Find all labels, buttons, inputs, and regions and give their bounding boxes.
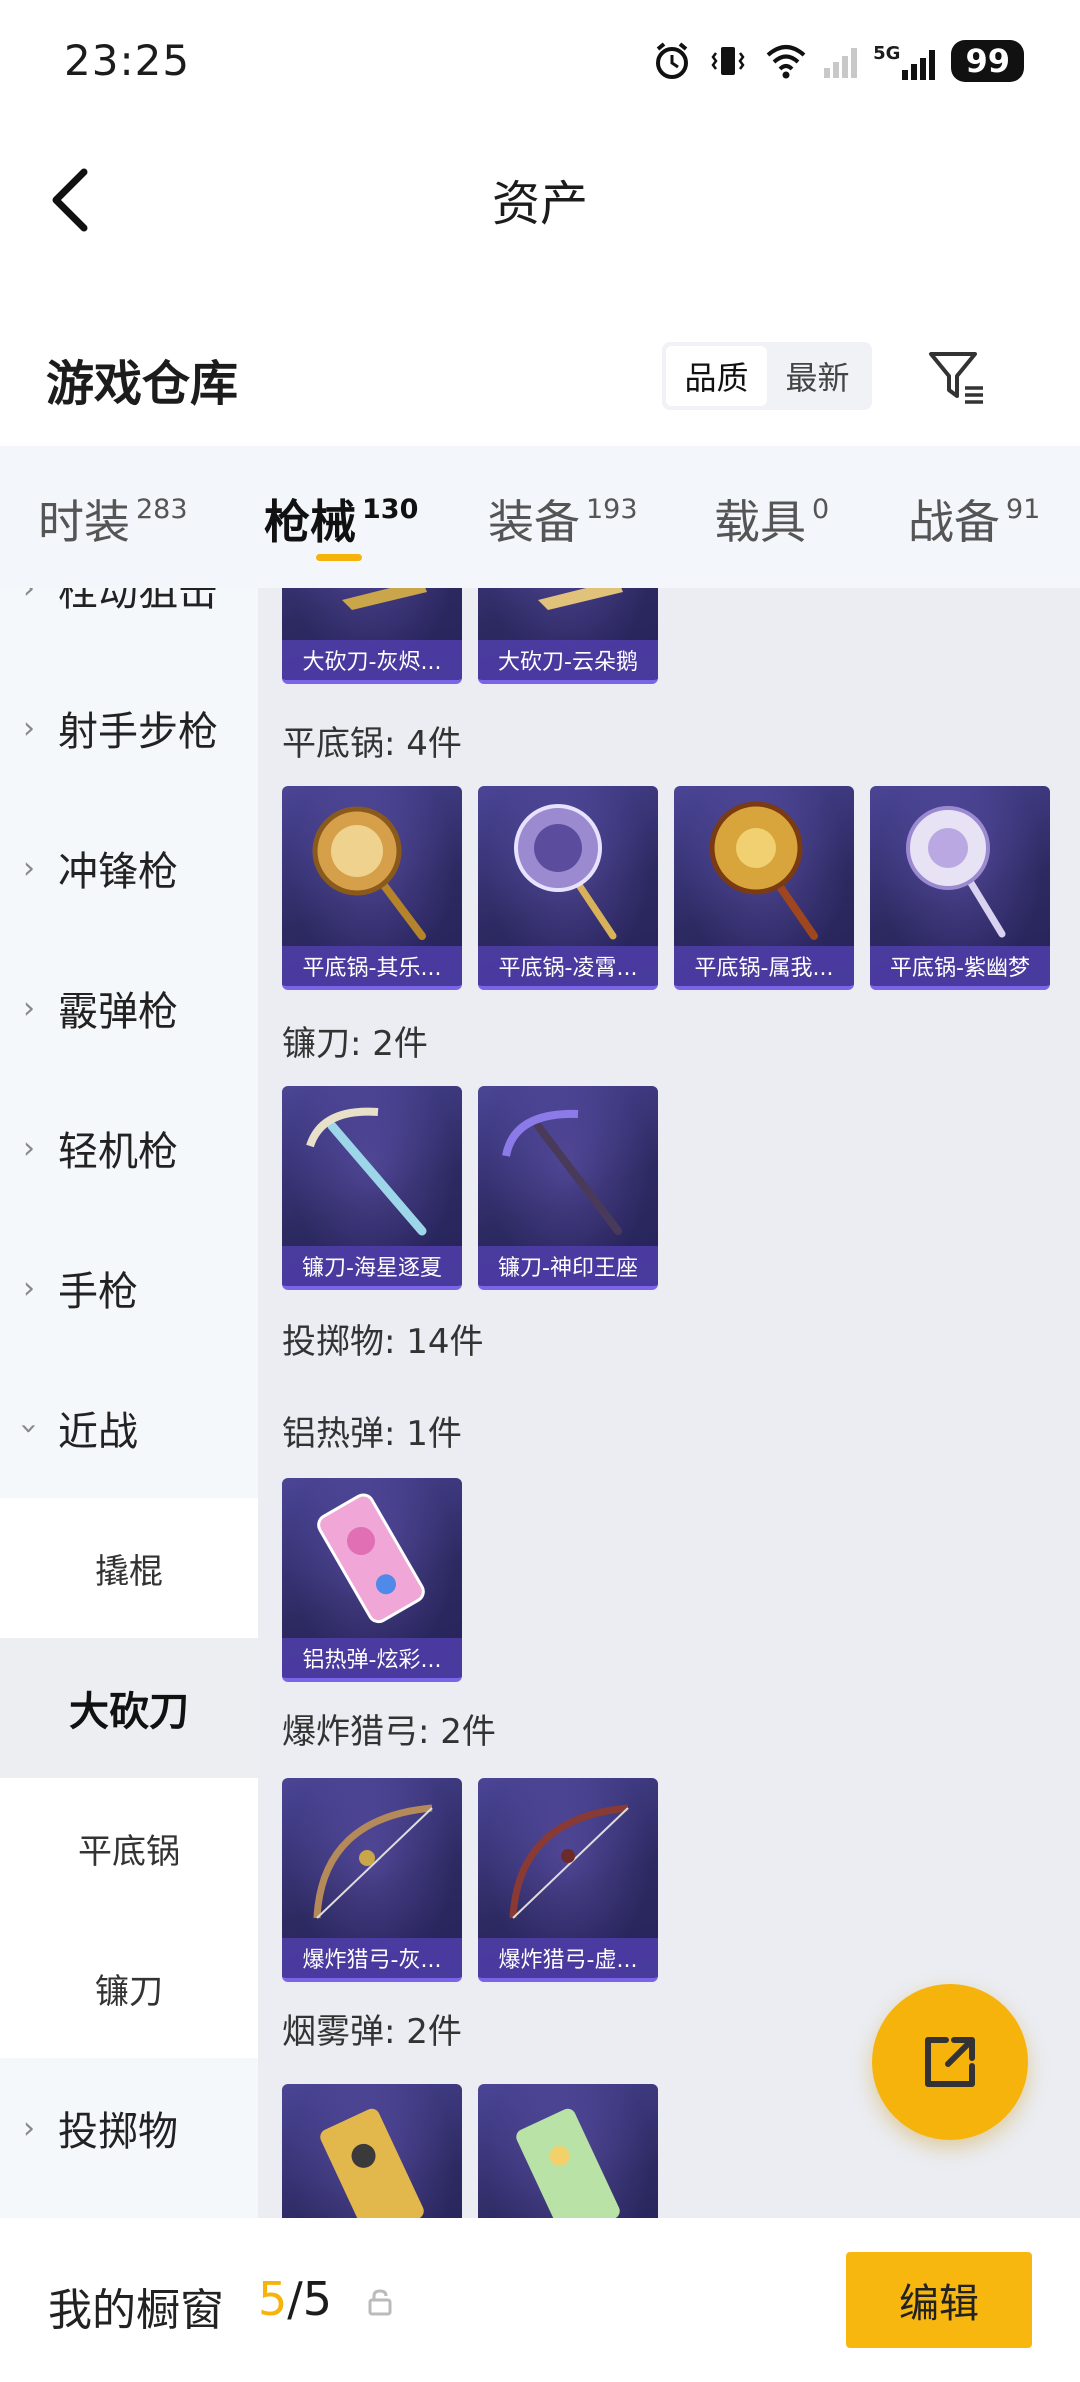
share-fab-button[interactable] xyxy=(872,1984,1028,2140)
sidebar-item-marksman-rifle[interactable]: › 射手步枪 xyxy=(0,658,258,798)
group-title-throwables: 投掷物: 14件 xyxy=(282,1322,484,1362)
smoke-grenade-icon xyxy=(320,2108,424,2218)
tab-vehicles[interactable]: 载具 0 xyxy=(714,486,829,552)
item-card[interactable]: 平底锅-属我... xyxy=(674,786,854,990)
item-card[interactable]: 爆炸猎弓-虚... xyxy=(478,1778,658,1982)
tab-firearms[interactable]: 枪械 130 xyxy=(264,486,418,552)
frying-pan-icon xyxy=(312,806,426,940)
chevron-right-icon: › xyxy=(23,710,35,746)
smoke-grenade-icon xyxy=(516,2108,620,2218)
sidebar-item-shotgun[interactable]: › 霰弹枪 xyxy=(0,938,258,1078)
sidebar-sub-sickle[interactable]: 镰刀 xyxy=(0,1918,258,2058)
showcase-count: 5/5 xyxy=(258,2272,333,2326)
sidebar-item-melee[interactable]: › 近战 xyxy=(0,1358,258,1498)
group-title-sickle: 镰刀: 2件 xyxy=(282,1024,428,1064)
wifi-icon xyxy=(766,45,806,79)
sidebar-item-bolt-sniper[interactable]: › 栓动狙击 xyxy=(0,588,258,658)
chevron-right-icon: › xyxy=(23,588,35,606)
sidebar-sub-pan[interactable]: 平底锅 xyxy=(0,1778,258,1918)
frying-pan-icon xyxy=(514,804,617,940)
filter-icon[interactable] xyxy=(925,346,989,408)
item-card[interactable]: 平底锅-紫幽梦 xyxy=(870,786,1050,990)
item-card[interactable]: 铝热弹-炫彩... xyxy=(282,1478,462,1682)
share-external-icon xyxy=(925,2037,975,2087)
tab-fashion[interactable]: 时装 283 xyxy=(38,486,188,552)
alarm-icon xyxy=(656,42,689,79)
item-card[interactable] xyxy=(478,2084,658,2218)
sidebar-item-pistol[interactable]: › 手枪 xyxy=(0,1218,258,1358)
battery-indicator: 99 xyxy=(951,40,1024,82)
item-card[interactable]: 大砍刀-云朵鹅 xyxy=(478,588,658,684)
group-title-pan: 平底锅: 4件 xyxy=(282,724,462,764)
nav-bar: 资产 xyxy=(0,130,1080,260)
vibrate-icon xyxy=(711,47,745,75)
status-bar: 23:25 5G 99 xyxy=(0,0,1080,120)
item-card[interactable]: 镰刀-神印王座 xyxy=(478,1086,658,1290)
group-title-thermite: 铝热弹: 1件 xyxy=(282,1414,462,1454)
showcase-bar: 我的橱窗 5/5 编辑 xyxy=(0,2218,1080,2382)
item-card[interactable]: 镰刀-海星逐夏 xyxy=(282,1086,462,1290)
bow-icon xyxy=(313,1804,433,1919)
frying-pan-icon xyxy=(709,801,818,940)
bow-icon xyxy=(509,1804,629,1919)
sort-newest-button[interactable]: 最新 xyxy=(767,346,868,406)
sidebar-sub-machete[interactable]: 大砍刀 xyxy=(0,1638,258,1778)
machete-icon xyxy=(342,588,427,610)
signal-sim1-icon xyxy=(824,44,858,78)
frying-pan-icon xyxy=(906,806,1006,938)
item-card[interactable]: 大砍刀-灰烬... xyxy=(282,588,462,684)
sort-quality-button[interactable]: 品质 xyxy=(666,346,767,406)
chevron-right-icon: › xyxy=(23,850,35,886)
tab-supplies[interactable]: 战备 91 xyxy=(908,486,1040,552)
weapon-category-sidebar: › 栓动狙击 › 射手步枪 › 冲锋枪 › 霰弹枪 › 轻机枪 › 手枪 › 近战 撬棍 大砍… xyxy=(0,588,258,2218)
sidebar-item-lmg[interactable]: › 轻机枪 xyxy=(0,1078,258,1218)
chevron-right-icon: › xyxy=(23,1270,35,1306)
sort-segmented-control: 品质 最新 xyxy=(662,342,872,410)
tab-equipment[interactable]: 装备 193 xyxy=(488,486,638,552)
signal-sim2-icon: 5G xyxy=(873,42,936,80)
item-grid: 大砍刀-灰烬... 大砍刀-云朵鹅 平底锅: 4件 平底锅-其乐... 平底锅-… xyxy=(258,588,1080,2218)
group-title-smoke: 烟雾弹: 2件 xyxy=(282,2012,462,2052)
net-type-label: 5G xyxy=(873,42,901,64)
section-title: 游戏仓库 xyxy=(46,356,239,412)
chevron-right-icon: › xyxy=(23,990,35,1026)
chevron-down-icon: › xyxy=(11,1422,47,1434)
thermite-grenade-icon xyxy=(317,1493,425,1624)
status-time: 23:25 xyxy=(64,36,191,85)
lock-icon xyxy=(368,2289,392,2316)
category-tabs: 时装 283 枪械 130 装备 193 载具 0 战备 91 xyxy=(0,446,1080,588)
group-title-hunting-bow: 爆炸猎弓: 2件 xyxy=(282,1712,496,1752)
page-title: 资产 xyxy=(491,176,588,232)
status-icons: 5G 99 xyxy=(652,40,1024,82)
sidebar-item-throwables[interactable]: › 投掷物 xyxy=(0,2058,258,2198)
sickle-icon xyxy=(502,1109,622,1235)
item-card[interactable] xyxy=(282,2084,462,2218)
active-tab-indicator xyxy=(316,554,362,561)
item-card[interactable]: 爆炸猎弓-灰... xyxy=(282,1778,462,1982)
edit-button[interactable]: 编辑 xyxy=(846,2252,1032,2348)
chevron-right-icon: › xyxy=(23,1130,35,1166)
showcase-label: 我的橱窗 xyxy=(48,2285,224,2336)
item-card[interactable]: 平底锅-凌霄... xyxy=(478,786,658,990)
machete-icon xyxy=(538,588,623,610)
chevron-right-icon: › xyxy=(23,2110,35,2146)
sickle-icon xyxy=(306,1107,427,1236)
sidebar-sub-crowbar[interactable]: 撬棍 xyxy=(0,1498,258,1638)
sidebar-item-smg[interactable]: › 冲锋枪 xyxy=(0,798,258,938)
item-card[interactable]: 平底锅-其乐... xyxy=(282,786,462,990)
